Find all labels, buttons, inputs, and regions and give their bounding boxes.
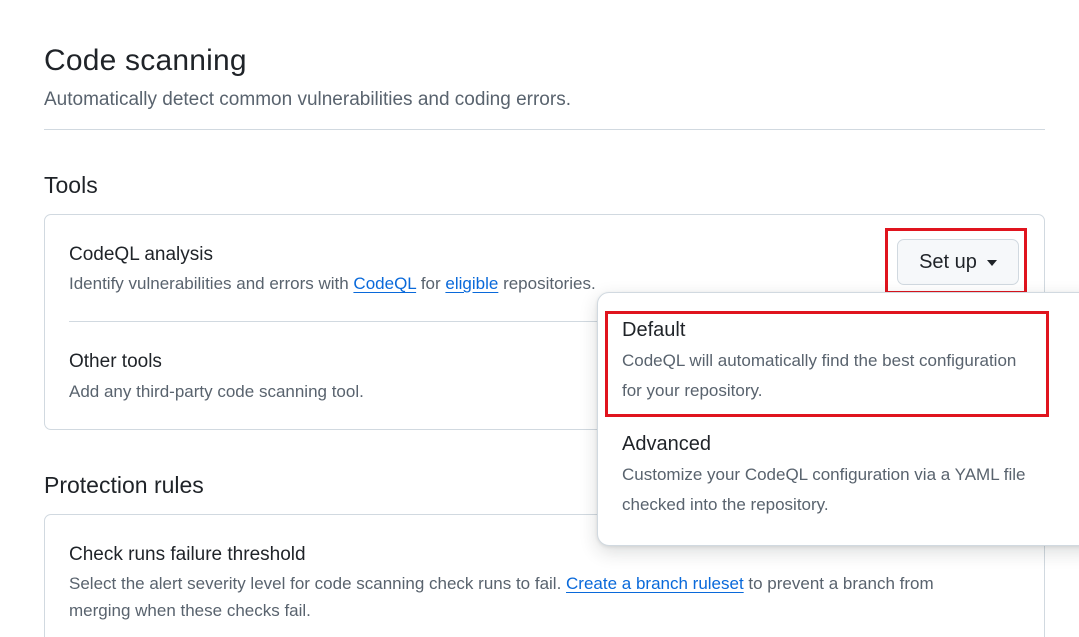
setup-button[interactable]: Set up	[897, 239, 1019, 285]
menu-item-advanced[interactable]: Advanced Customize your CodeQL configura…	[622, 433, 1062, 520]
caret-down-icon	[986, 260, 997, 266]
other-tools-title: Other tools	[69, 351, 162, 372]
codeql-analysis-description: Identify vulnerabilities and errors with…	[69, 270, 596, 297]
code-scanning-settings-page: Code scanning Automatically detect commo…	[0, 0, 1079, 637]
page-title: Code scanning	[44, 44, 247, 77]
advanced-desc-line2: checked into the repository.	[622, 495, 829, 514]
page-subtitle: Automatically detect common vulnerabilit…	[44, 89, 571, 110]
check-runs-desc-line2: merging when these checks fail.	[69, 601, 311, 620]
menu-item-advanced-title: Advanced	[622, 433, 711, 455]
codeql-desc-text: Identify vulnerabilities and errors with	[69, 274, 354, 293]
protection-rules-heading: Protection rules	[44, 472, 204, 498]
codeql-analysis-title: CodeQL analysis	[69, 244, 213, 265]
menu-item-advanced-description: Customize your CodeQL configuration via …	[622, 460, 1062, 520]
advanced-desc-line1: Customize your CodeQL configuration via …	[622, 465, 1026, 484]
check-runs-title: Check runs failure threshold	[69, 544, 306, 565]
codeql-link[interactable]: CodeQL	[353, 274, 416, 293]
codeql-desc-text-end: repositories.	[498, 274, 596, 293]
check-runs-desc-text-end: to prevent a branch from	[743, 574, 934, 593]
codeql-desc-text-mid: for	[416, 274, 446, 293]
check-runs-description: Select the alert severity level for code…	[69, 570, 934, 624]
default-option-highlight	[605, 311, 1049, 417]
header-divider	[44, 129, 1045, 130]
check-runs-desc-text: Select the alert severity level for code…	[69, 574, 567, 593]
create-branch-ruleset-link[interactable]: Create a branch ruleset	[566, 574, 744, 593]
setup-button-label: Set up	[919, 250, 977, 273]
tools-heading: Tools	[44, 172, 98, 198]
eligible-link[interactable]: eligible	[445, 274, 498, 293]
other-tools-description: Add any third-party code scanning tool.	[69, 382, 364, 401]
